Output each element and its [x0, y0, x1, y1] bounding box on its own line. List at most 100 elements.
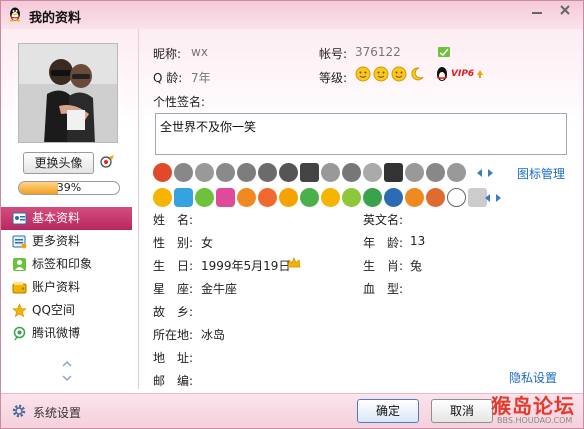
- profile-window: 我的资料 更换头像 39% 基本资料 更多资料 标签和印象 账户资料 QQ空间 …: [0, 0, 584, 429]
- qplus-icon[interactable]: [447, 188, 466, 207]
- penguin-orange-icon[interactable]: [258, 188, 277, 207]
- zip-label: 邮 编:: [153, 374, 194, 388]
- close-button[interactable]: [553, 3, 577, 21]
- account-value: 376122: [355, 45, 401, 59]
- service-icons-row-1: [153, 163, 466, 183]
- diamond-gray-icon[interactable]: [195, 163, 214, 182]
- music-gray-icon[interactable]: [237, 163, 256, 182]
- sidebar-item-label: 更多资料: [32, 234, 81, 248]
- sidebar-item-label: QQ空间: [32, 303, 75, 317]
- diamond-gray-icon[interactable]: [447, 163, 466, 182]
- penguin-red-icon[interactable]: [153, 163, 172, 182]
- game-orange-icon[interactable]: [237, 188, 256, 207]
- privacy-settings-link[interactable]: 隐私设置: [509, 369, 557, 386]
- star-gray-icon[interactable]: [363, 163, 382, 182]
- qqshow-pink-icon[interactable]: [216, 188, 235, 207]
- arrow-up-icon: [477, 70, 484, 78]
- gem-gray-icon[interactable]: [342, 163, 361, 182]
- title-bar: 我的资料: [1, 1, 583, 29]
- english-name-label: 英文名:: [363, 213, 404, 227]
- hometown-label: 故 乡:: [153, 305, 194, 319]
- sidebar-item-label: 标签和印象: [32, 257, 93, 271]
- diamond-gray-icon[interactable]: [426, 163, 445, 182]
- icon-manage-link[interactable]: 图标管理: [517, 165, 565, 182]
- watermark-url: BBS.HOUDAO.COM: [497, 416, 573, 425]
- diamond-gray-icon[interactable]: [321, 163, 340, 182]
- age-value: 13: [410, 234, 426, 248]
- left-panel: 更换头像 39% 基本资料 更多资料 标签和印象 账户资料 QQ空间 腾讯微博: [1, 29, 139, 393]
- scroll-arrows-icon[interactable]: [475, 167, 495, 179]
- age-label: 年 龄:: [363, 236, 404, 250]
- blood-type-label: 血 型:: [363, 282, 404, 296]
- nickname-value: wx: [191, 45, 208, 59]
- sun-level-icon: [391, 66, 407, 82]
- chinese-zodiac-label: 生 肖:: [363, 259, 404, 273]
- fruit-green-icon[interactable]: [342, 188, 361, 207]
- star-sign-label: 星 座:: [153, 282, 194, 296]
- location-label: 所在地:: [153, 328, 194, 342]
- sidebar-item-label: 腾讯微博: [32, 326, 81, 340]
- sidebar-item-more-info[interactable]: 更多资料: [1, 230, 132, 253]
- location-value: 冰岛: [201, 328, 226, 342]
- sidebar-item-weibo[interactable]: 腾讯微博: [1, 322, 132, 345]
- lion-orange-icon[interactable]: [405, 188, 424, 207]
- ok-button[interactable]: 确定: [357, 399, 419, 423]
- moon-level-icon: [411, 67, 424, 81]
- diamond-gray-icon[interactable]: [405, 163, 424, 182]
- face-yellow-icon[interactable]: [321, 188, 340, 207]
- gear-icon: [12, 404, 26, 418]
- avatar-photo: [19, 44, 117, 142]
- diamond-gray-icon[interactable]: [174, 163, 193, 182]
- birthday-label: 生 日:: [153, 259, 194, 273]
- weibo-icon: [13, 326, 26, 341]
- gender-label: 性 别:: [153, 236, 194, 250]
- address-label: 地 址:: [153, 351, 194, 365]
- cat-yellow-icon[interactable]: [279, 188, 298, 207]
- level-icons: VIP6: [355, 66, 484, 82]
- watermark-text: 猴岛论坛: [491, 394, 575, 418]
- birthday-crown-icon: [287, 257, 301, 268]
- profile-completion-text: 39%: [56, 181, 82, 194]
- signature-input[interactable]: 全世界不及你一笑: [155, 113, 567, 155]
- farm-green-icon[interactable]: [300, 188, 319, 207]
- sidebar-item-label: 基本资料: [32, 211, 81, 225]
- change-avatar-button[interactable]: 更换头像: [23, 152, 94, 174]
- avatar-effect-icon[interactable]: [99, 154, 115, 170]
- shield-gray-icon[interactable]: [279, 163, 298, 182]
- heart-gray-icon[interactable]: [258, 163, 277, 182]
- nav-scroll-arrows[interactable]: [61, 359, 73, 387]
- watermark-logo: 猴岛论坛 BBS.HOUDAO.COM: [487, 389, 583, 428]
- system-settings-button[interactable]: 系统设置: [11, 403, 81, 421]
- phone-gray-icon[interactable]: [300, 163, 319, 182]
- blue-ball-icon[interactable]: [384, 188, 403, 207]
- close-icon: [560, 5, 570, 15]
- level-label: 等级:: [319, 71, 348, 85]
- sidebar-item-qzone[interactable]: QQ空间: [1, 299, 132, 322]
- sidebar-nav: 基本资料 更多资料 标签和印象 账户资料 QQ空间 腾讯微博: [1, 207, 132, 345]
- scroll-arrows-icon[interactable]: [483, 192, 503, 204]
- cancel-button[interactable]: 取消: [431, 399, 493, 423]
- face-orange-icon[interactable]: [426, 188, 445, 207]
- name-label: 姓 名:: [153, 213, 194, 227]
- pet-green-icon[interactable]: [195, 188, 214, 207]
- copy-account-icon[interactable]: [437, 45, 451, 59]
- green-ball-icon[interactable]: [363, 188, 382, 207]
- sidebar-item-basic-info[interactable]: 基本资料: [1, 207, 132, 230]
- vip-badge: VIP6: [451, 69, 475, 79]
- sidebar-item-account[interactable]: 账户资料: [1, 276, 132, 299]
- star-yellow-icon[interactable]: [153, 188, 172, 207]
- profile-completion-bar: 39%: [18, 181, 120, 195]
- game-gray-icon[interactable]: [384, 163, 403, 182]
- qzone-blue-icon[interactable]: [174, 188, 193, 207]
- tag-person-icon: [13, 258, 26, 271]
- system-settings-label: 系统设置: [33, 406, 82, 420]
- star-space-icon: [12, 303, 27, 318]
- qq-age-label: Q 龄:: [153, 71, 183, 85]
- sun-level-icon: [355, 66, 371, 82]
- diamond-gray-icon[interactable]: [216, 163, 235, 182]
- minimize-button[interactable]: [525, 3, 549, 21]
- avatar[interactable]: [18, 43, 118, 143]
- account-label: 帐号:: [319, 47, 348, 61]
- sidebar-item-tags[interactable]: 标签和印象: [1, 253, 132, 276]
- chevron-up-down-icon: [62, 360, 72, 382]
